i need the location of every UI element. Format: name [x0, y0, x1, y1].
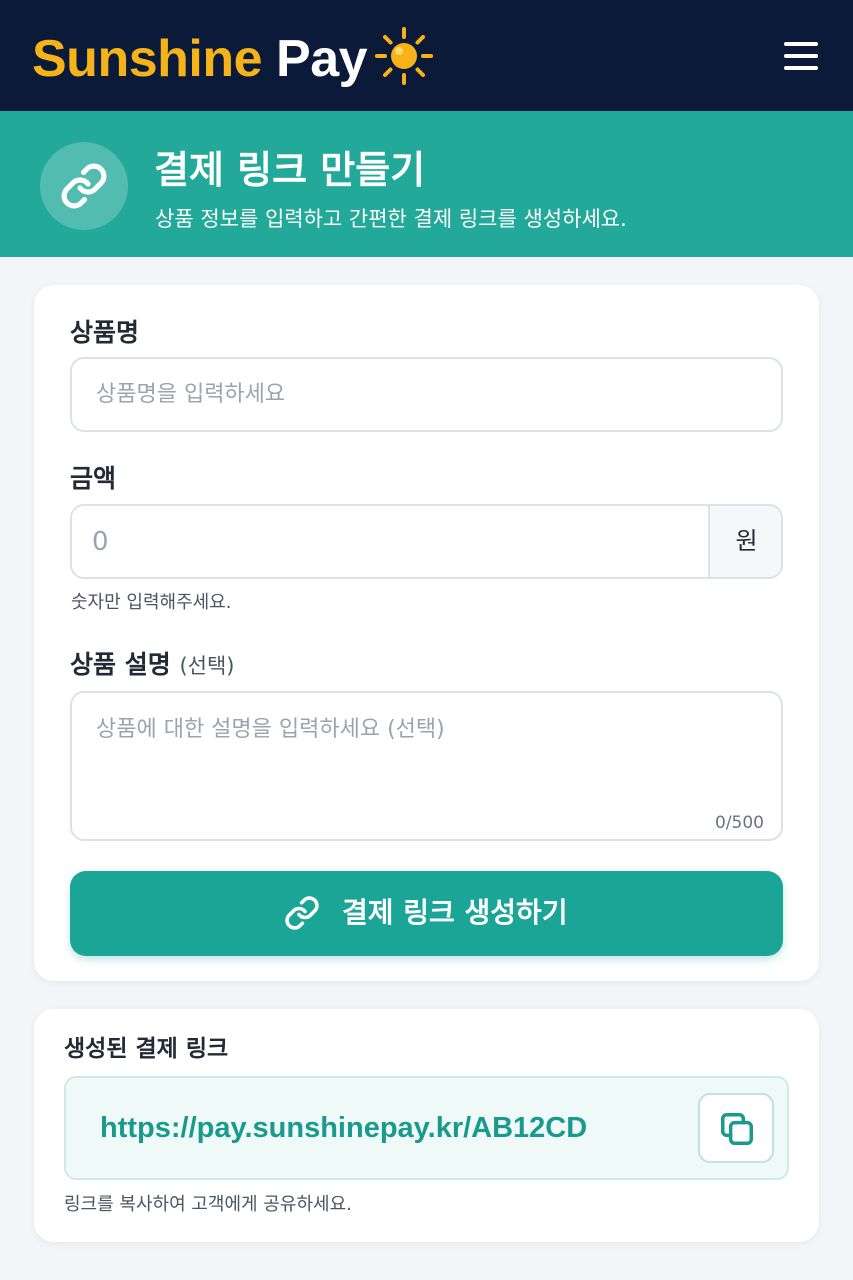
page-banner: 결제 링크 만들기 상품 정보를 입력하고 간편한 결제 링크를 생성하세요. — [0, 111, 853, 257]
amount-input[interactable] — [72, 506, 708, 577]
sun-icon — [375, 27, 433, 85]
page-title: 결제 링크 만들기 — [154, 148, 426, 192]
amount-field: 원 — [70, 504, 783, 579]
description-label-text: 상품 설명 — [70, 650, 171, 679]
create-link-button[interactable]: 결제 링크 생성하기 — [70, 871, 783, 956]
amount-hint: 숫자만 입력해주세요. — [71, 592, 232, 613]
brand-logo[interactable]: Sunshine Pay — [32, 28, 368, 90]
brand-name-part2: Pay — [276, 30, 368, 88]
payment-link-form-card: 상품명 금액 원 숫자만 입력해주세요. 상품 설명 (선택) 0/500 결제… — [34, 285, 819, 981]
brand-name-part1: Sunshine — [32, 30, 263, 88]
product-name-label: 상품명 — [70, 318, 140, 347]
link-icon — [285, 896, 319, 930]
create-link-button-label: 결제 링크 생성하기 — [342, 896, 568, 929]
page-subtitle: 상품 정보를 입력하고 간편한 결제 링크를 생성하세요. — [155, 207, 627, 231]
generated-link-url[interactable]: https://pay.sunshinepay.kr/AB12CD — [100, 1108, 587, 1148]
generated-link-title: 생성된 결제 링크 — [64, 1036, 229, 1062]
character-counter: 0/500 — [715, 813, 764, 833]
description-label: 상품 설명 (선택) — [70, 648, 234, 683]
hamburger-menu-icon[interactable] — [782, 38, 822, 74]
top-navbar: Sunshine Pay — [0, 0, 853, 111]
generated-link-card: 생성된 결제 링크 https://pay.sunshinepay.kr/AB1… — [34, 1009, 819, 1242]
amount-label: 금액 — [70, 464, 117, 493]
generated-link-box: https://pay.sunshinepay.kr/AB12CD — [64, 1076, 789, 1180]
currency-unit: 원 — [708, 506, 781, 577]
product-name-input[interactable] — [70, 357, 783, 432]
copy-icon — [721, 1113, 753, 1145]
copy-link-hint: 링크를 복사하여 고객에게 공유하세요. — [64, 1194, 352, 1215]
link-icon — [40, 142, 128, 230]
copy-link-button[interactable] — [698, 1093, 774, 1163]
description-textarea[interactable] — [70, 691, 783, 841]
optional-tag: (선택) — [179, 654, 235, 678]
